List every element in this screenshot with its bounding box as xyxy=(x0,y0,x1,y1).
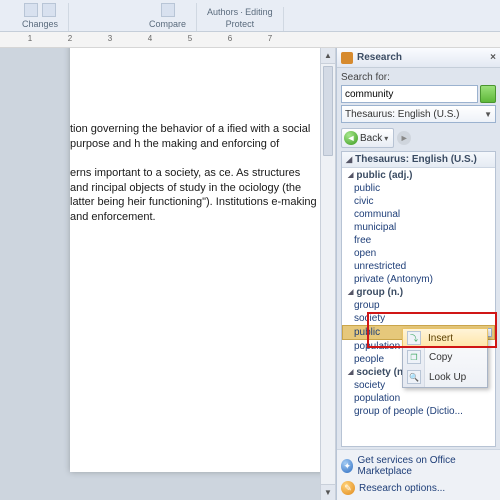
result-item[interactable]: civic xyxy=(342,195,495,208)
page: tion governing the behavior of a ified w… xyxy=(70,48,320,472)
search-input[interactable] xyxy=(341,85,478,103)
results-title: Thesaurus: English (U.S.) xyxy=(355,154,477,165)
options-icon: ✎ xyxy=(341,481,355,495)
back-button[interactable]: ◄ Back ▾ xyxy=(341,128,394,148)
research-pane: Research × Search for: Thesaurus: Englis… xyxy=(336,48,500,500)
ribbon-group-compare: Compare xyxy=(149,19,186,29)
context-lookup[interactable]: 🔍 Look Up xyxy=(403,367,487,387)
result-item[interactable]: group xyxy=(342,299,495,312)
chevron-down-icon: ▾ xyxy=(384,134,388,143)
context-insert[interactable]: ⤵ Insert xyxy=(402,328,488,348)
globe-icon: ✦ xyxy=(341,459,353,473)
result-group[interactable]: public (adj.) xyxy=(342,169,495,182)
result-item[interactable]: private (Antonym) xyxy=(342,273,495,286)
result-item[interactable]: unrestricted xyxy=(342,260,495,273)
result-group[interactable]: group (n.) xyxy=(342,286,495,299)
result-item[interactable]: open xyxy=(342,247,495,260)
collapse-icon[interactable]: ◢ xyxy=(346,155,352,164)
context-menu: ⤵ Insert ❐ Copy 🔍 Look Up xyxy=(402,328,488,388)
paragraph: erns important to a society, as ce. As s… xyxy=(70,166,320,225)
result-item[interactable]: free xyxy=(342,234,495,247)
result-item[interactable]: public xyxy=(342,182,495,195)
pane-title: Research xyxy=(357,52,402,63)
result-item[interactable]: population xyxy=(342,392,495,405)
result-item[interactable]: communal xyxy=(342,208,495,221)
chevron-down-icon: ▼ xyxy=(484,110,492,119)
forward-button[interactable]: ► xyxy=(397,131,411,145)
research-options-link[interactable]: ✎ Research options... xyxy=(341,479,496,497)
source-select[interactable]: Thesaurus: English (U.S.) ▼ xyxy=(341,105,496,123)
lookup-icon: 🔍 xyxy=(407,370,421,384)
ribbon-group-changes: Changes xyxy=(22,19,58,29)
go-button[interactable] xyxy=(480,85,496,103)
result-item[interactable]: society xyxy=(342,312,495,325)
ruler: 1 2 3 4 5 6 7 xyxy=(0,32,500,48)
scroll-thumb[interactable] xyxy=(323,66,333,156)
ribbon-group-protect: Protect xyxy=(226,19,255,29)
close-icon[interactable]: × xyxy=(490,52,496,63)
scroll-down-icon[interactable]: ▼ xyxy=(321,484,335,500)
context-copy[interactable]: ❐ Copy xyxy=(403,347,487,367)
insert-icon: ⤵ xyxy=(407,331,421,345)
scroll-up-icon[interactable]: ▲ xyxy=(321,48,335,64)
result-item[interactable]: group of people (Dictio... xyxy=(342,405,495,418)
research-icon xyxy=(341,52,353,64)
result-item[interactable]: municipal xyxy=(342,221,495,234)
ribbon: Changes Compare Authors · Editing Protec… xyxy=(0,0,500,32)
search-label: Search for: xyxy=(341,72,496,83)
paragraph: tion governing the behavior of a ified w… xyxy=(70,122,320,152)
marketplace-link[interactable]: ✦ Get services on Office Marketplace xyxy=(341,453,496,479)
vertical-scrollbar[interactable]: ▲ ▼ xyxy=(320,48,336,500)
copy-icon: ❐ xyxy=(407,350,421,364)
document-area[interactable]: tion governing the behavior of a ified w… xyxy=(0,48,320,500)
back-icon: ◄ xyxy=(344,131,358,145)
results-list: ◢ Thesaurus: English (U.S.) public (adj.… xyxy=(341,151,496,447)
